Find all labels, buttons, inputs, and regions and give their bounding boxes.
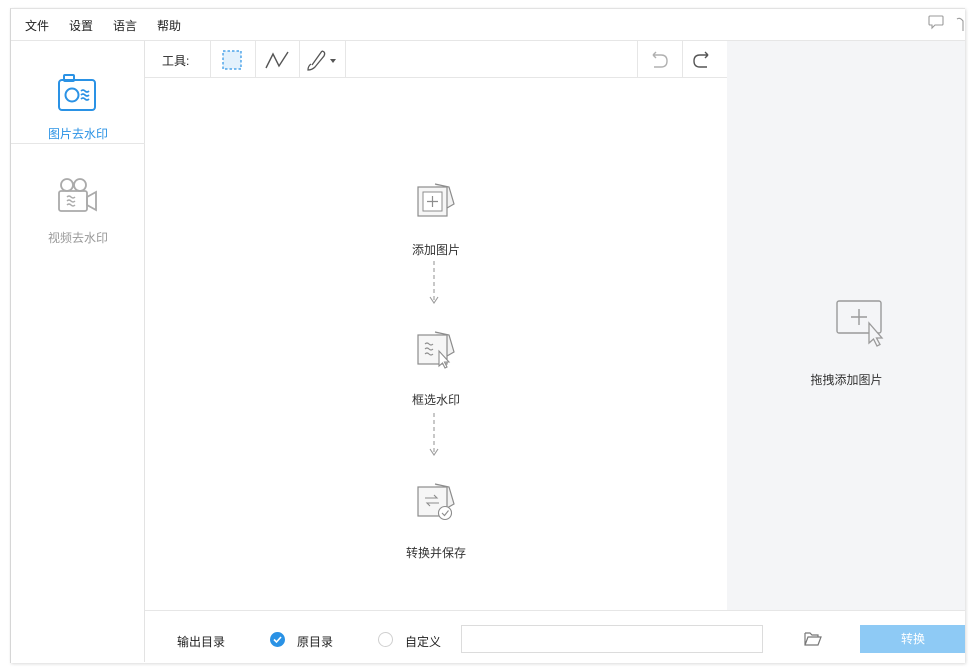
add-image-icon [417,183,455,217]
divider [255,41,256,78]
arrow-down-icon [429,413,439,456]
menu-language[interactable]: 语言 [113,17,137,34]
toolbar-label: 工具: [162,54,190,68]
step-label: 添加图片 [411,243,460,257]
menu-bar: 文件 设置 语言 帮助 [11,9,965,41]
step-label: 框选水印 [411,393,460,407]
output-bar: 输出目录 原目录 自定义 转换 [145,610,965,663]
step-label: 转换并保存 [405,546,466,560]
output-dir-label: 输出目录 [177,635,226,649]
sidebar-item-image-watermark[interactable]: 图片去水印 [11,41,145,144]
drag-add-image-icon [836,300,884,347]
toolbar: 工具: [145,41,727,78]
output-path-input[interactable] [461,625,763,653]
convert-button[interactable]: 转换 [860,625,965,653]
brush-icon[interactable] [303,47,339,73]
rect-select-icon[interactable] [219,47,245,73]
divider [345,41,346,78]
folder-open-icon[interactable] [803,629,823,647]
drop-zone[interactable]: 拖拽添加图片 [727,41,965,610]
radio-original-dir[interactable] [270,632,285,647]
undo-icon[interactable] [645,47,671,73]
user-icon[interactable] [951,13,965,31]
select-watermark-icon [417,331,455,369]
convert-save-icon [417,483,455,521]
menu-help[interactable]: 帮助 [157,17,181,34]
workflow-canvas[interactable]: 添加图片 框选水印 转换并保存 [145,78,727,610]
drop-zone-label: 拖拽添加图片 [810,373,883,387]
polyline-icon[interactable] [264,47,290,73]
sidebar-item-label: 视频去水印 [47,231,108,245]
menu-file[interactable]: 文件 [25,17,49,34]
check-icon [273,636,282,644]
arrow-down-icon [429,261,439,304]
radio-original-label: 原目录 [297,635,334,649]
sidebar: 图片去水印 视频去水印 [11,41,145,662]
radio-custom-label: 自定义 [405,635,442,649]
sidebar-item-video-watermark[interactable]: 视频去水印 [11,144,145,247]
redo-icon[interactable] [690,47,716,73]
sidebar-item-label: 图片去水印 [47,127,108,141]
divider [299,41,300,78]
feedback-chat-icon[interactable] [927,13,945,31]
menu-settings[interactable]: 设置 [69,17,93,34]
app-window: 文件 设置 语言 帮助 图片去水印 视频去水印 工具: 添加图片 框选水印 转换… [10,8,965,663]
camera-watermark-icon [58,74,96,111]
divider [682,41,683,78]
video-camera-icon [58,178,97,212]
divider [637,41,638,78]
divider [210,41,211,78]
radio-custom-dir[interactable] [378,632,393,647]
